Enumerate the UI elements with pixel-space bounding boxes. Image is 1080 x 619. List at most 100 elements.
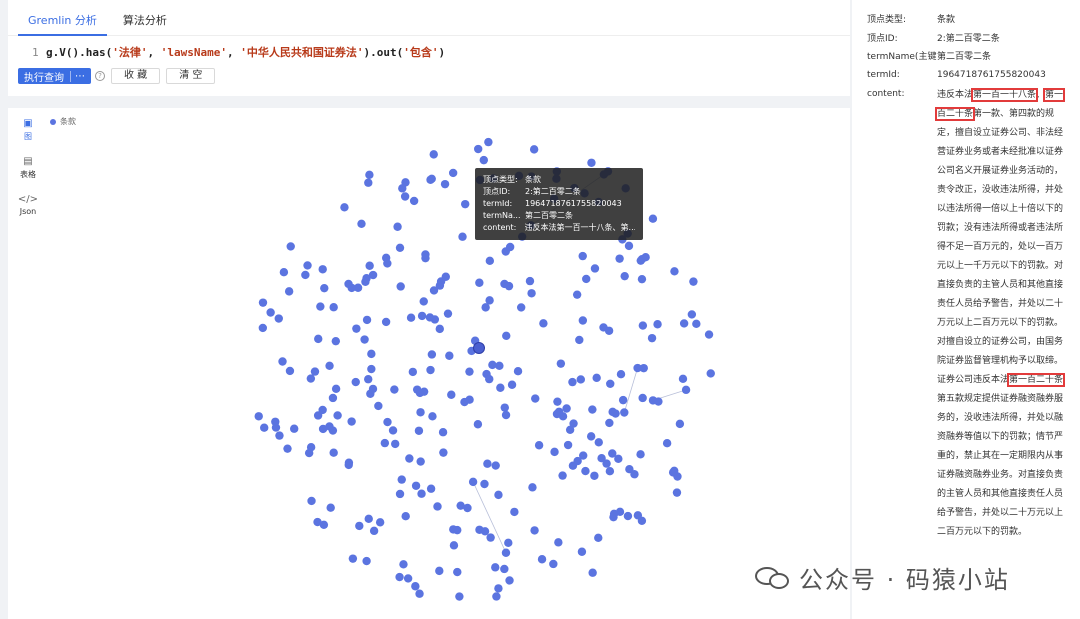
graph-node[interactable] (479, 155, 489, 165)
graph-node[interactable] (441, 272, 450, 281)
graph-node[interactable] (590, 264, 600, 273)
graph-node[interactable] (391, 439, 400, 449)
graph-node[interactable] (549, 559, 558, 569)
graph-node[interactable] (608, 407, 617, 417)
graph-node[interactable] (258, 298, 268, 307)
graph-node[interactable] (530, 526, 539, 535)
graph-node[interactable] (365, 261, 374, 270)
graph-node[interactable] (320, 283, 329, 293)
graph-node[interactable] (411, 481, 421, 490)
graph-node[interactable] (670, 466, 679, 476)
graph-node[interactable] (357, 219, 366, 229)
graph-node[interactable] (578, 251, 587, 261)
graph-node[interactable] (433, 502, 442, 511)
graph-node[interactable] (577, 547, 587, 556)
graph-node[interactable] (395, 572, 404, 582)
graph-node[interactable] (507, 380, 517, 389)
graph-node[interactable] (344, 458, 354, 467)
graph-node[interactable] (331, 336, 341, 346)
graph-node[interactable] (362, 315, 372, 325)
graph-node[interactable] (326, 503, 335, 512)
graph-node[interactable] (381, 253, 391, 263)
graph-node[interactable] (672, 488, 682, 497)
graph-node[interactable] (687, 310, 697, 319)
graph-node-hovered[interactable] (473, 342, 485, 354)
graph-node[interactable] (366, 389, 375, 398)
graph-node[interactable] (435, 324, 444, 334)
graph-node[interactable] (453, 567, 462, 577)
graph-node[interactable] (383, 417, 392, 427)
graph-node[interactable] (553, 397, 562, 406)
graph-node[interactable] (415, 589, 424, 598)
graph-node[interactable] (319, 520, 329, 529)
graph-node[interactable] (456, 501, 465, 510)
graph-node[interactable] (534, 441, 544, 450)
graph-node[interactable] (582, 274, 591, 284)
graph-canvas[interactable] (8, 108, 850, 619)
graph-node[interactable] (398, 184, 407, 193)
graph-node[interactable] (505, 242, 515, 252)
view-json[interactable]: </> Json (8, 194, 48, 216)
graph-node[interactable] (284, 287, 294, 296)
graph-node[interactable] (494, 584, 503, 593)
graph-node[interactable] (367, 349, 376, 359)
graph-node[interactable] (406, 313, 416, 322)
graph-node[interactable] (492, 592, 501, 601)
graph-node[interactable] (594, 533, 603, 543)
graph-node[interactable] (429, 286, 439, 295)
graph-node[interactable] (581, 466, 590, 476)
graph-node[interactable] (537, 555, 547, 564)
more-icon[interactable]: ⋯ (70, 70, 85, 82)
graph-node[interactable] (364, 178, 373, 187)
graph-node[interactable] (453, 525, 462, 535)
graph-node[interactable] (558, 471, 567, 480)
graph-node[interactable] (408, 367, 418, 377)
graph-node[interactable] (480, 527, 490, 536)
graph-node[interactable] (438, 428, 448, 437)
clear-button[interactable]: 清 空 (166, 68, 216, 84)
graph-node[interactable] (485, 374, 494, 384)
graph-node[interactable] (485, 296, 494, 305)
graph-node[interactable] (400, 192, 410, 201)
graph-node[interactable] (348, 554, 358, 563)
graph-node[interactable] (662, 438, 672, 448)
graph-node[interactable] (368, 270, 378, 280)
graph-node[interactable] (620, 408, 629, 417)
graph-node[interactable] (678, 374, 688, 384)
graph-node[interactable] (367, 364, 376, 374)
graph-node[interactable] (475, 278, 484, 287)
graph-node[interactable] (554, 538, 563, 547)
graph-node[interactable] (638, 393, 647, 403)
graph-node[interactable] (425, 313, 435, 322)
graph-node[interactable] (449, 541, 459, 550)
graph-node[interactable] (647, 333, 657, 343)
graph-node[interactable] (458, 232, 467, 241)
graph-node[interactable] (648, 214, 658, 223)
graph-node[interactable] (364, 514, 373, 524)
graph-node[interactable] (614, 454, 623, 464)
graph-node[interactable] (633, 511, 643, 520)
graph-node[interactable] (525, 276, 535, 286)
graph-node[interactable] (455, 592, 464, 601)
graph-node[interactable] (426, 175, 435, 184)
graph-node[interactable] (473, 420, 483, 429)
graph-node[interactable] (505, 576, 514, 585)
graph-node[interactable] (395, 243, 405, 253)
graph-node[interactable] (266, 308, 275, 317)
graph-node[interactable] (416, 457, 425, 466)
graph-node[interactable] (303, 261, 312, 270)
graph-node[interactable] (648, 396, 658, 405)
graph-node[interactable] (606, 379, 615, 388)
graph-node[interactable] (435, 566, 444, 576)
graph-node[interactable] (575, 335, 584, 345)
graph-node[interactable] (568, 461, 578, 470)
graph-node[interactable] (594, 438, 603, 447)
graph-node[interactable] (562, 404, 571, 413)
graph-node[interactable] (592, 373, 601, 383)
graph-node[interactable] (285, 366, 295, 376)
graph-node[interactable] (616, 370, 626, 379)
graph-node[interactable] (289, 424, 299, 433)
graph-node[interactable] (439, 448, 448, 457)
graph-node[interactable] (328, 393, 338, 403)
graph-node[interactable] (409, 196, 419, 206)
